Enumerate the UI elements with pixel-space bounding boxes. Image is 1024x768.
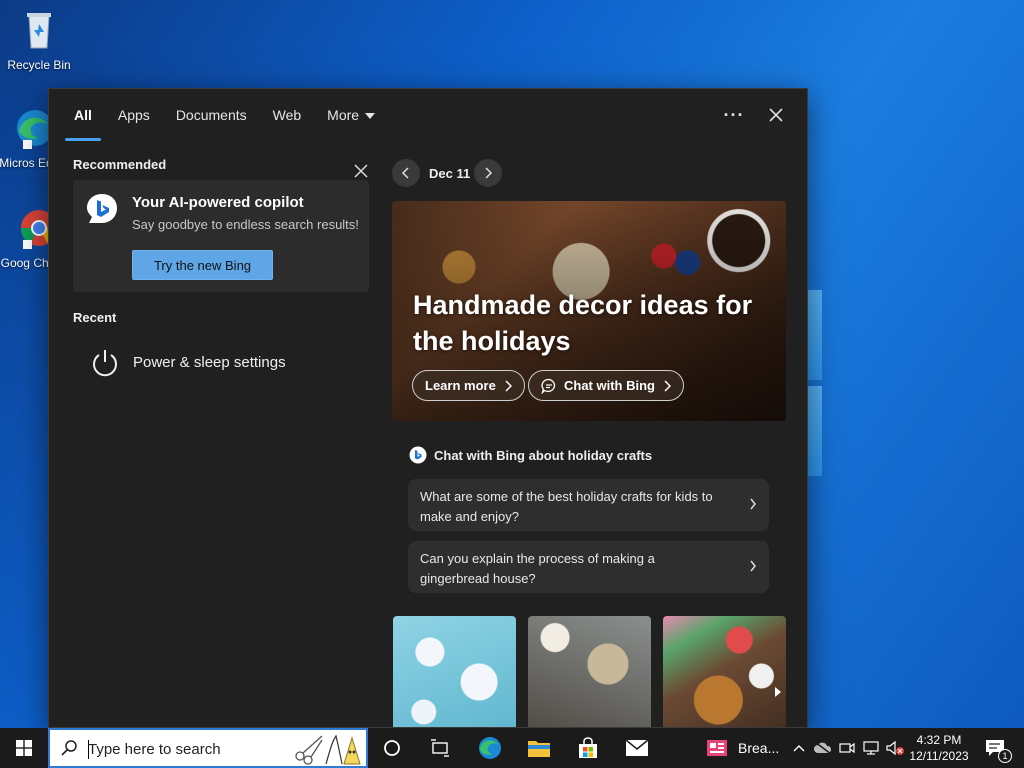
dismiss-recommended-icon[interactable] xyxy=(353,163,369,179)
news-app-icon xyxy=(707,740,727,756)
learn-more-button[interactable]: Learn more xyxy=(412,370,525,401)
cortana-button[interactable] xyxy=(368,728,416,768)
thumbnail-crafting-supplies[interactable] xyxy=(528,616,651,727)
taskbar: Type here to search Brea... 4:32 PM 12/1… xyxy=(0,728,1024,768)
network-tray-button[interactable] xyxy=(860,728,882,768)
onedrive-tray-button[interactable] xyxy=(812,728,834,768)
chrome-icon xyxy=(20,210,58,249)
recent-item-power-sleep[interactable]: Power & sleep settings xyxy=(73,343,369,383)
hero-title: Handmade decor ideas for the holidays xyxy=(413,290,753,356)
chevron-right-icon xyxy=(750,498,756,510)
previous-day-button[interactable] xyxy=(392,159,420,187)
suggested-question[interactable]: Can you explain the process of making a … xyxy=(408,541,769,593)
tab-web[interactable]: Web xyxy=(264,89,311,141)
question-text: What are some of the best holiday crafts… xyxy=(420,489,713,524)
tab-apps[interactable]: Apps xyxy=(109,89,159,141)
tab-documents[interactable]: Documents xyxy=(167,89,256,141)
notification-count-badge: 1 xyxy=(998,749,1012,763)
chat-heading-text: Chat with Bing about holiday crafts xyxy=(434,447,653,463)
chevron-right-icon xyxy=(664,379,671,392)
cloud-offline-icon xyxy=(814,741,832,755)
show-hidden-icons-button[interactable] xyxy=(790,728,808,768)
search-tabs: All Apps Documents Web More xyxy=(65,89,392,141)
question-text: Can you explain the process of making a … xyxy=(420,551,655,586)
clock[interactable]: 4:32 PM 12/11/2023 xyxy=(906,728,972,768)
recycle-bin-icon xyxy=(27,13,51,49)
chevron-right-icon[interactable] xyxy=(774,686,782,698)
task-view-icon xyxy=(431,739,449,757)
tab-more[interactable]: More xyxy=(318,89,384,141)
try-bing-button[interactable]: Try the new Bing xyxy=(132,250,273,280)
recommended-card-title: Your AI-powered copilot xyxy=(132,194,304,211)
search-input[interactable]: Type here to search xyxy=(88,741,221,758)
tab-all[interactable]: All xyxy=(65,89,101,141)
thumbnail-gingerbread[interactable] xyxy=(663,616,786,727)
clock-time: 4:32 PM xyxy=(916,733,962,747)
close-panel-button[interactable] xyxy=(762,101,790,129)
edge-icon xyxy=(479,737,501,759)
camera-icon xyxy=(839,742,855,754)
taskbar-store-button[interactable] xyxy=(564,728,612,768)
power-icon xyxy=(93,350,117,377)
recommended-heading: Recommended xyxy=(73,157,167,172)
edge-icon xyxy=(17,110,53,149)
volume-tray-button[interactable] xyxy=(884,728,906,768)
hero-card[interactable]: Handmade decor ideas for the holidays Le… xyxy=(392,201,786,421)
meet-now-tray-button[interactable] xyxy=(837,728,857,768)
holiday-crafts-illustration-icon xyxy=(295,734,361,765)
taskbar-running-app[interactable]: Brea... xyxy=(700,728,786,768)
close-icon xyxy=(769,108,783,122)
ellipsis-icon: ··· xyxy=(723,104,745,125)
taskbar-file-explorer-button[interactable] xyxy=(515,728,563,768)
taskbar-search-box[interactable]: Type here to search xyxy=(48,728,368,768)
right-column: Dec 11 Handmade decor ideas for the holi… xyxy=(392,159,786,727)
chevron-down-icon xyxy=(365,113,376,120)
tab-more-label: More xyxy=(327,107,360,123)
task-view-button[interactable] xyxy=(416,728,464,768)
store-bag-icon xyxy=(579,737,597,758)
recommended-card-subtitle: Say goodbye to endless search results! xyxy=(132,217,359,232)
chevron-right-icon xyxy=(750,560,756,572)
bing-logo-icon xyxy=(409,446,427,464)
chat-with-bing-label: Chat with Bing xyxy=(564,378,655,393)
taskbar-edge-button[interactable] xyxy=(466,728,514,768)
search-panel: All Apps Documents Web More ··· Recommen… xyxy=(48,88,808,728)
chevron-right-icon xyxy=(505,379,512,392)
folder-icon xyxy=(528,741,550,757)
action-center-button[interactable]: 1 xyxy=(978,728,1012,768)
desktop-icon-recycle-bin[interactable]: Recycle Bin xyxy=(0,8,78,72)
desktop-icon-label: Recycle Bin xyxy=(7,58,71,72)
chevron-up-icon xyxy=(793,745,805,752)
recent-item-label: Power & sleep settings xyxy=(133,354,286,371)
bing-logo-icon xyxy=(87,194,117,223)
more-options-button[interactable]: ··· xyxy=(720,101,748,129)
chat-bubble-icon xyxy=(541,378,556,394)
recent-heading: Recent xyxy=(73,310,117,325)
chevron-right-icon xyxy=(485,167,493,179)
running-app-label: Brea... xyxy=(738,740,780,756)
chevron-left-icon xyxy=(401,167,409,179)
start-button[interactable] xyxy=(0,728,48,768)
next-day-button[interactable] xyxy=(474,159,502,187)
date-label: Dec 11 xyxy=(429,166,471,181)
date-navigator: Dec 11 xyxy=(392,159,786,189)
mail-icon xyxy=(625,739,649,756)
taskbar-mail-button[interactable] xyxy=(613,728,661,768)
windows-logo-icon xyxy=(16,740,32,756)
suggested-question[interactable]: What are some of the best holiday crafts… xyxy=(408,479,769,531)
network-icon xyxy=(863,741,879,755)
learn-more-label: Learn more xyxy=(425,378,496,393)
chat-with-bing-button[interactable]: Chat with Bing xyxy=(528,370,684,401)
chat-heading: Chat with Bing about holiday crafts xyxy=(409,445,652,465)
left-column: Recommended Your AI-powered copilot Say … xyxy=(73,157,369,383)
cortana-circle-icon xyxy=(384,740,400,756)
volume-muted-icon xyxy=(886,740,904,756)
thumbnail-snowflakes[interactable] xyxy=(393,616,516,727)
clock-date: 12/11/2023 xyxy=(909,749,969,763)
search-icon xyxy=(61,740,77,756)
recommended-card[interactable]: Your AI-powered copilot Say goodbye to e… xyxy=(73,180,369,292)
